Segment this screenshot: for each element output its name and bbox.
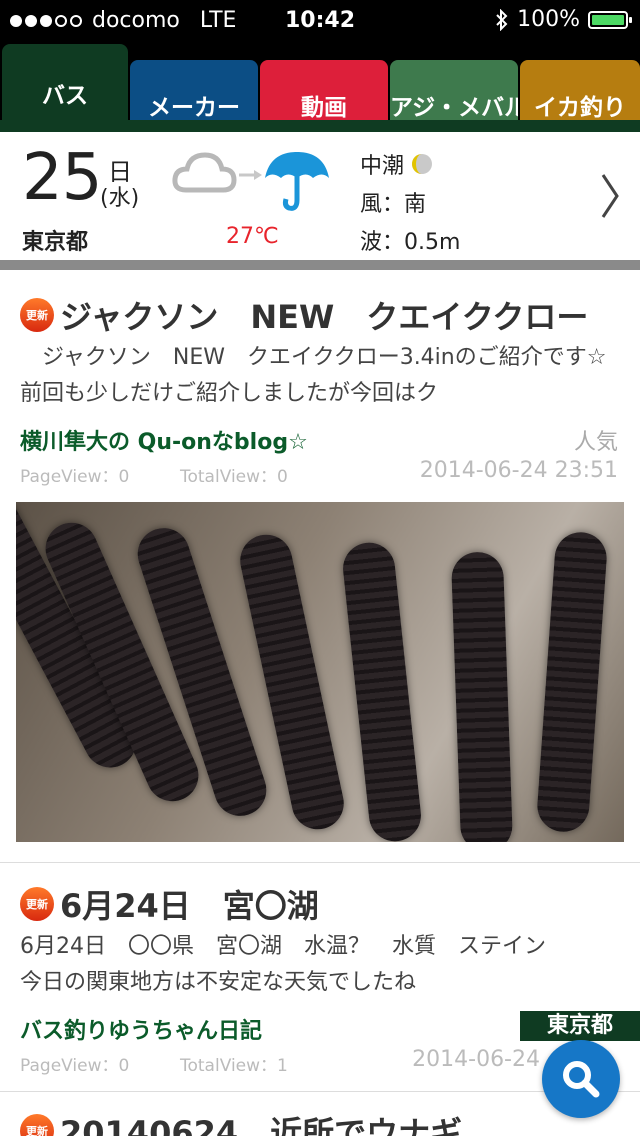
tab-maker[interactable]: メーカー (130, 60, 258, 120)
article-photo[interactable] (16, 502, 624, 842)
article-title: 6月24日 宮〇湖 (60, 887, 319, 925)
article-excerpt: ジャクソン NEW クエイククロー3.4inのご紹介です☆前回も少しだけご紹介し… (20, 345, 607, 406)
weather-location: 東京都 (22, 230, 89, 255)
moon-icon (412, 154, 433, 174)
chevron-right-icon[interactable] (600, 172, 620, 220)
article-title: ジャクソン NEW クエイククロー (60, 298, 589, 336)
weather-day: 25 (22, 141, 102, 215)
popular-label: 人気 (573, 430, 618, 455)
tab-bass[interactable]: バス (2, 44, 128, 120)
category-tabs: バス メーカー 動画 アジ・メバル イカ釣り (0, 40, 640, 132)
tab-aji-mebaru[interactable]: アジ・メバル (390, 60, 518, 120)
wind-label: 風：南 (360, 192, 427, 217)
tab-squid[interactable]: イカ釣り (520, 60, 640, 120)
weather-divider (0, 260, 640, 270)
umbrella-icon (265, 152, 329, 211)
post-date: 2014-06-24 (412, 1047, 540, 1072)
update-badge: 更新 (20, 887, 54, 921)
tide-label: 中潮 (360, 154, 405, 179)
update-badge: 更新 (20, 298, 54, 332)
article-card[interactable]: 更新 6月24日 宮〇湖 6月24日 〇〇県 宮〇湖 水温？ 水質 ステイン 今… (0, 863, 640, 1091)
tab-underline (0, 120, 640, 132)
cloud-icon (172, 152, 237, 193)
weather-temperature: 27℃ (226, 224, 279, 249)
status-bar: docomo LTE 10:42 100% (0, 0, 640, 40)
pageview-count: PageView：0 (20, 467, 130, 487)
search-icon (563, 1061, 600, 1098)
tab-video[interactable]: 動画 (260, 60, 388, 120)
bluetooth-icon (496, 8, 508, 31)
totalview-count: TotalView：1 (180, 1056, 288, 1076)
search-button[interactable] (542, 1040, 620, 1118)
battery-percent: 100% (517, 7, 580, 32)
update-badge: 更新 (20, 1114, 54, 1136)
prefecture-badge: 東京都 (520, 1011, 640, 1041)
blog-name[interactable]: バス釣りゆうちゃん日記 (20, 1013, 262, 1045)
article-title-row: 更新 ジャクソン NEW クエイククロー (20, 292, 588, 338)
weather-panel[interactable]: 25 日 (水) 東京都 27℃ 中潮 風：南 波：0.5m (0, 132, 640, 260)
blog-name[interactable]: 横川隼大の Qu-onなblog☆ (20, 424, 308, 456)
totalview-count: TotalView：0 (180, 467, 288, 487)
pageview-count: PageView：0 (20, 1056, 130, 1076)
article-title-row: 更新 6月24日 宮〇湖 (20, 881, 319, 927)
post-date: 2014-06-24 23:51 (419, 458, 618, 483)
article-title-row: 更新 20140624 近所でウナギ (20, 1108, 462, 1136)
article-excerpt: 6月24日 〇〇県 宮〇湖 水温？ 水質 ステイン 今日の関東地方は不安定な天気… (20, 934, 613, 995)
arrow-icon (239, 170, 262, 180)
wave-label: 波：0.5m (360, 230, 461, 255)
article-card[interactable]: 更新 20140624 近所でウナギ (0, 1092, 640, 1136)
battery-icon (588, 10, 632, 29)
article-title: 20140624 近所でウナギ (60, 1114, 463, 1136)
weather-weekday: (水) (100, 186, 140, 211)
tide-row: 中潮 (360, 148, 434, 180)
